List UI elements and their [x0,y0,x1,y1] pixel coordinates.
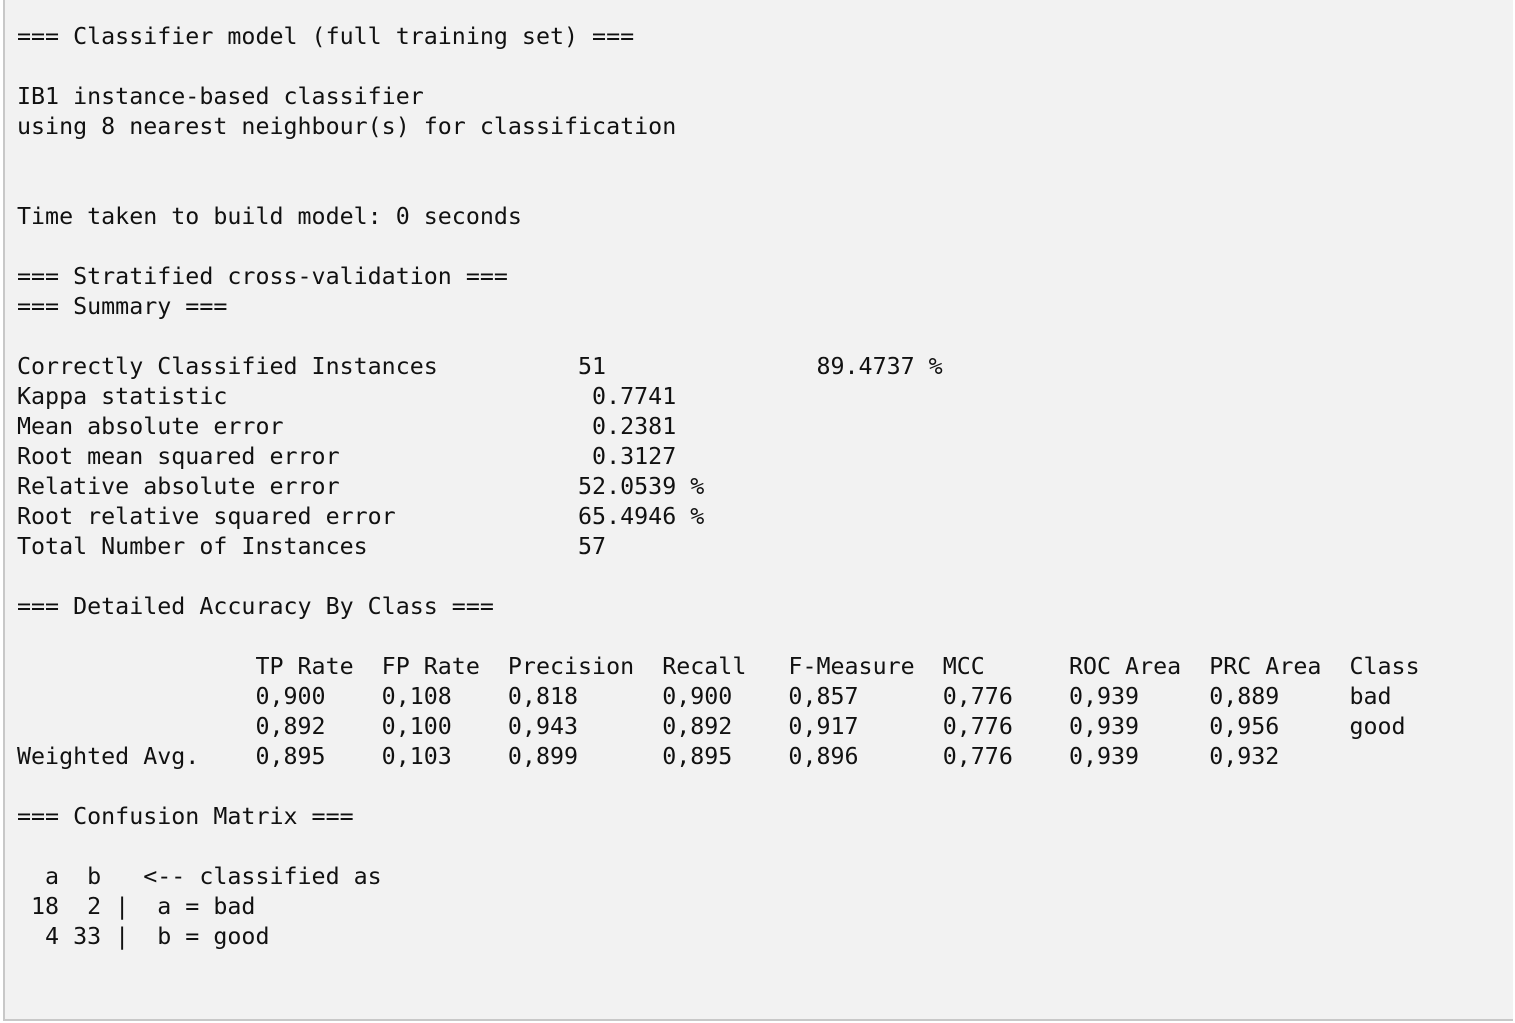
output-line: 0,900 0,108 0,818 0,900 0,857 0,776 0,93… [17,683,1392,710]
output-line: Kappa statistic 0.7741 [17,383,677,410]
output-line: Total Number of Instances 57 [17,533,607,560]
output-line: Root mean squared error 0.3127 [17,443,677,470]
output-line: using 8 nearest neighbour(s) for classif… [17,113,677,140]
output-line: === Detailed Accuracy By Class === [17,593,494,620]
output-line: TP Rate FP Rate Precision Recall F-Measu… [17,653,1420,680]
output-line: Root relative squared error 65.4946 % [17,503,705,530]
classifier-output-panel[interactable]: === Classifier model (full training set)… [3,0,1513,1021]
output-line: Time taken to build model: 0 seconds [17,203,522,230]
classifier-output-text[interactable]: === Classifier model (full training set)… [17,22,1420,952]
output-line: === Classifier model (full training set)… [17,23,635,50]
output-line: Mean absolute error 0.2381 [17,413,677,440]
output-line: Weighted Avg. 0,895 0,103 0,899 0,895 0,… [17,743,1280,770]
output-line: IB1 instance-based classifier [17,83,424,110]
output-line: 18 2 | a = bad [17,893,256,920]
output-line: Correctly Classified Instances 51 89.473… [17,353,943,380]
output-line: === Stratified cross-validation === [17,263,508,290]
output-line: === Summary === [17,293,228,320]
output-line: === Confusion Matrix === [17,803,354,830]
output-line: 4 33 | b = good [17,923,270,950]
output-line: Relative absolute error 52.0539 % [17,473,705,500]
output-line: a b <-- classified as [17,863,382,890]
output-line: 0,892 0,100 0,943 0,892 0,917 0,776 0,93… [17,713,1406,740]
